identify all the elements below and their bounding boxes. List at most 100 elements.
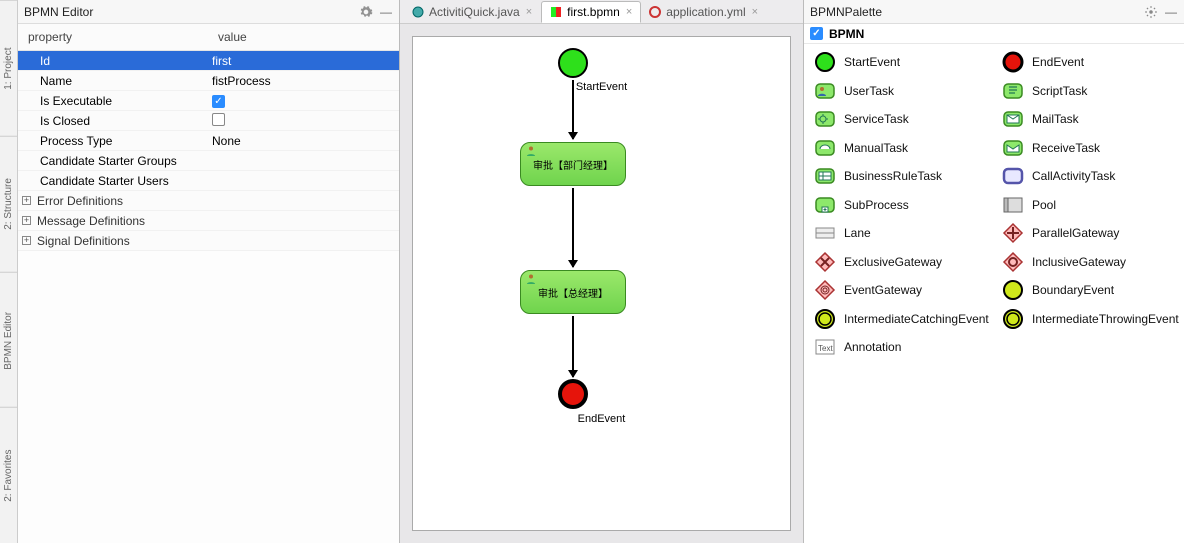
call-icon (1002, 165, 1024, 187)
expand-icon[interactable]: + (22, 196, 31, 205)
eventgw-icon (814, 279, 836, 301)
sequence-flow-2[interactable] (572, 188, 574, 267)
exclusive-icon (814, 251, 836, 273)
gear-icon[interactable] (359, 5, 373, 19)
palette-item-lane[interactable]: Lane (806, 219, 994, 248)
tab-first-bpmn[interactable]: first.bpmn × (541, 1, 641, 23)
palette-item-exclusivegateway[interactable]: ExclusiveGateway (806, 248, 994, 277)
bpmn-canvas[interactable]: StartEvent 审批【部门经理】 审批【总经理】 EndEvent (412, 36, 791, 531)
palette-item-label: UserTask (844, 84, 894, 98)
checkbox-icon[interactable]: ✓ (212, 95, 225, 108)
palette-item-label: ServiceTask (844, 112, 909, 126)
group-checkbox-icon[interactable]: ✓ (810, 27, 823, 40)
sequence-flow-1[interactable] (572, 80, 574, 139)
tab-ActivitiQuick-java[interactable]: ActivitiQuick.java × (404, 1, 541, 23)
close-icon[interactable]: × (526, 6, 532, 18)
tab-application-yml[interactable]: application.yml × (641, 1, 767, 23)
palette-item-label: BoundaryEvent (1032, 283, 1114, 297)
palette-item-label: EventGateway (844, 283, 922, 297)
close-icon[interactable]: × (626, 6, 632, 18)
palette-item-label: ManualTask (844, 141, 908, 155)
palette-group-header[interactable]: ✓ BPMN (804, 24, 1184, 44)
palette-item-intermediatethrowingevent[interactable]: IntermediateThrowingEvent (994, 305, 1182, 334)
palette-item-scripttask[interactable]: ScriptTask (994, 77, 1182, 106)
expander-label: Signal Definitions (37, 234, 130, 248)
property-value[interactable]: first (208, 54, 399, 68)
expand-icon[interactable]: + (22, 236, 31, 245)
tab-label: first.bpmn (567, 5, 620, 19)
rule-icon (814, 165, 836, 187)
end-event-node[interactable] (558, 379, 588, 409)
property-row-is-executable[interactable]: Is Executable ✓ (18, 91, 399, 111)
palette-item-intermediatecatchingevent[interactable]: IntermediateCatchingEvent (806, 305, 994, 334)
pool-icon (1002, 194, 1024, 216)
palette-item-servicetask[interactable]: ServiceTask (806, 105, 994, 134)
property-key: Name (18, 74, 208, 88)
svg-text:Text: Text (818, 344, 833, 353)
expander-label: Error Definitions (37, 194, 123, 208)
palette-item-boundaryevent[interactable]: BoundaryEvent (994, 276, 1182, 305)
palette-item-businessruletask[interactable]: BusinessRuleTask (806, 162, 994, 191)
property-value[interactable] (208, 113, 399, 129)
palette-item-receivetask[interactable]: ReceiveTask (994, 134, 1182, 163)
property-row-candidate-starter-users[interactable]: Candidate Starter Users (18, 171, 399, 191)
editor-title: BPMN Editor (24, 5, 353, 19)
user-task-1[interactable]: 审批【部门经理】 (520, 142, 626, 186)
palette-item-eventgateway[interactable]: EventGateway (806, 276, 994, 305)
palette-item-parallelgateway[interactable]: ParallelGateway (994, 219, 1182, 248)
expander-message-definitions[interactable]: +Message Definitions (18, 211, 399, 231)
palette-item-mailtask[interactable]: MailTask (994, 105, 1182, 134)
start-event-node[interactable] (558, 48, 588, 78)
palette-item-callactivitytask[interactable]: CallActivityTask (994, 162, 1182, 191)
catch-icon (814, 308, 836, 330)
property-value[interactable]: ✓ (208, 93, 399, 108)
palette-item-startevent[interactable]: StartEvent (806, 48, 994, 77)
stub-bpmn[interactable]: BPMN Editor (0, 272, 17, 408)
parallel-icon (1002, 222, 1024, 244)
palette-item-manualtask[interactable]: ManualTask (806, 134, 994, 163)
property-row-is-closed[interactable]: Is Closed (18, 111, 399, 131)
checkbox-icon[interactable] (212, 113, 225, 126)
property-key: Candidate Starter Groups (18, 154, 208, 168)
stub-favorites[interactable]: 2: Favorites (0, 407, 17, 543)
sequence-flow-3[interactable] (572, 316, 574, 377)
palette-item-annotation[interactable]: Text Annotation (806, 333, 994, 362)
property-row-process-type[interactable]: Process TypeNone (18, 131, 399, 151)
expander-error-definitions[interactable]: + Error Definitions (18, 191, 399, 211)
stub-structure[interactable]: 2: Structure (0, 136, 17, 272)
property-header: property value (18, 24, 399, 51)
palette-item-label: ReceiveTask (1032, 141, 1100, 155)
property-row-candidate-starter-groups[interactable]: Candidate Starter Groups (18, 151, 399, 171)
inclusive-icon (1002, 251, 1024, 273)
close-icon[interactable]: × (752, 6, 758, 18)
expander-signal-definitions[interactable]: + Signal Definitions (18, 231, 399, 251)
property-row-name[interactable]: NamefistProcess (18, 71, 399, 91)
palette-item-subprocess[interactable]: SubProcess (806, 191, 994, 220)
minimize-icon[interactable]: — (379, 5, 393, 19)
palette-item-label: ExclusiveGateway (844, 255, 942, 269)
palette-title: BPMNPalette (810, 5, 1138, 19)
palette-item-pool[interactable]: Pool (994, 191, 1182, 220)
palette-item-label: Annotation (844, 340, 901, 354)
stub-project[interactable]: 1: Project (0, 0, 17, 136)
palette-item-inclusivegateway[interactable]: InclusiveGateway (994, 248, 1182, 277)
group-label: BPMN (829, 27, 864, 41)
file-icon (412, 6, 424, 18)
palette-item-label: InclusiveGateway (1032, 255, 1126, 269)
end-event-label: EndEvent (413, 413, 790, 425)
property-value[interactable]: fistProcess (208, 74, 399, 88)
palette-item-label: Lane (844, 226, 871, 240)
palette-item-endevent[interactable]: EndEvent (994, 48, 1182, 77)
user-task-2-label: 审批【总经理】 (538, 285, 608, 300)
sub-icon (814, 194, 836, 216)
user-task-2[interactable]: 审批【总经理】 (520, 270, 626, 314)
minimize-icon[interactable]: — (1164, 5, 1178, 19)
property-key: Is Executable (18, 94, 208, 108)
tab-label: application.yml (666, 5, 745, 19)
tab-label: ActivitiQuick.java (429, 5, 520, 19)
property-value[interactable]: None (208, 134, 399, 148)
palette-item-usertask[interactable]: UserTask (806, 77, 994, 106)
property-row-id[interactable]: Idfirst (18, 51, 399, 71)
gear-icon[interactable] (1144, 5, 1158, 19)
expand-icon[interactable]: + (22, 216, 31, 225)
